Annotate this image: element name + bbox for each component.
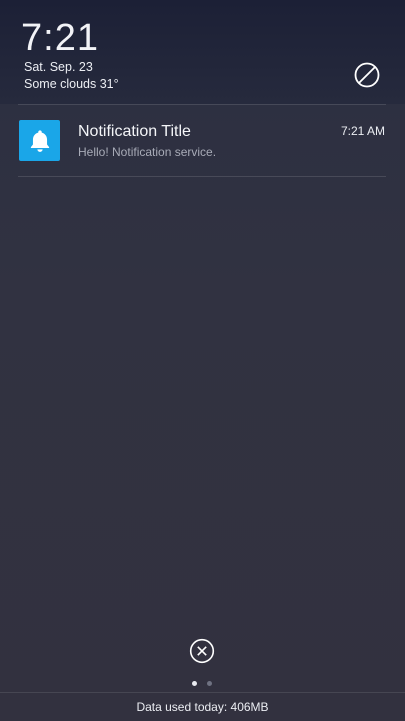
notification-body: Hello! Notification service. bbox=[78, 145, 217, 159]
date-text: Sat. Sep. 23 bbox=[24, 60, 93, 74]
close-circle-icon bbox=[189, 638, 215, 664]
do-not-disturb-icon bbox=[354, 62, 380, 88]
data-usage-text: Data used today: 406MB bbox=[136, 700, 269, 714]
page-dot-active[interactable] bbox=[192, 681, 197, 686]
divider bbox=[18, 176, 386, 177]
bell-icon bbox=[30, 129, 49, 152]
clear-all-button[interactable] bbox=[189, 638, 215, 664]
clock-time: 7:21 bbox=[21, 17, 99, 59]
page-dot[interactable] bbox=[207, 681, 212, 686]
notification-time: 7:21 AM bbox=[340, 124, 385, 138]
notification-shade: { "lockscreen": { "time": "7:21", "date"… bbox=[0, 0, 405, 721]
notification-card[interactable]: Notification Title Hello! Notification s… bbox=[0, 105, 405, 176]
page-indicator bbox=[190, 681, 216, 687]
notification-title: Notification Title bbox=[78, 123, 191, 140]
do-not-disturb-button[interactable] bbox=[353, 61, 381, 89]
divider bbox=[0, 692, 405, 693]
weather-text: Some clouds 31° bbox=[24, 77, 119, 91]
status-header: 7:21 Sat. Sep. 23 Some clouds 31° bbox=[0, 0, 405, 104]
app-icon bbox=[19, 120, 60, 161]
